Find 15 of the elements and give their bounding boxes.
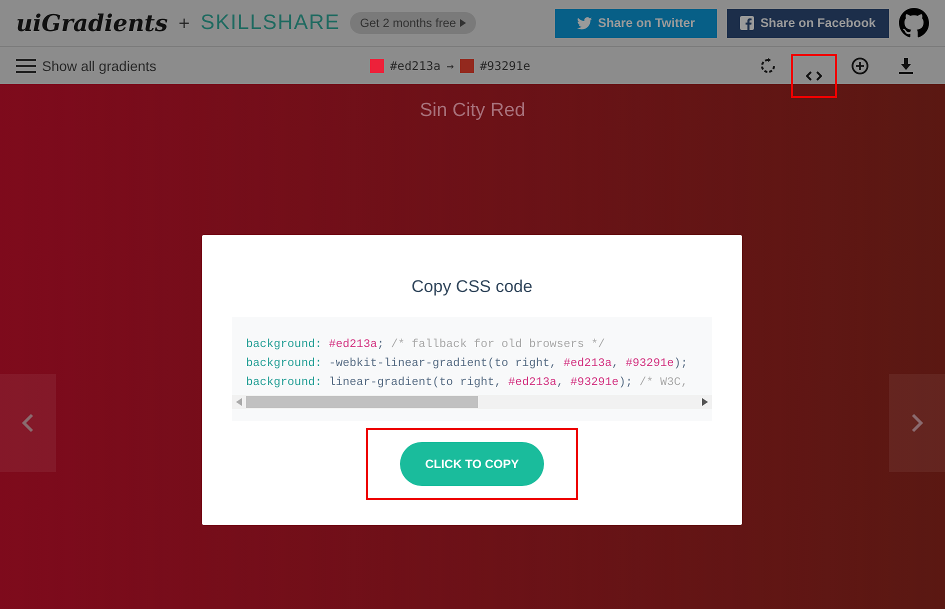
arrow-sign: → [446,58,454,72]
dialog-title: Copy CSS code [412,277,532,297]
hex-code[interactable]: #93291e [480,58,530,72]
promo-badge[interactable]: Get 2 months free [350,12,476,34]
share-button[interactable]: Share on Twitter [555,8,717,38]
code-line: background: #ed213a; /* fallback for old browsers */ [245,337,606,353]
code-line: background: linear-gradient(to right, #ed213a, #93291e); /* W3C, [245,375,689,391]
share-button[interactable]: Share on Facebook [727,8,889,38]
logo[interactable]: uiGradients [16,10,168,36]
code-line: background: -webkit-linear-gradient(to right, #ed213a, #93291e); [245,356,689,372]
copy-button[interactable]: CLICK TO COPY [400,442,544,486]
menu-button[interactable]: Show all gradients [16,58,276,74]
plus-sign: + [178,14,190,32]
hex-code[interactable]: #ed213a [390,58,441,72]
gradient-name: Sin City Red [420,100,526,122]
